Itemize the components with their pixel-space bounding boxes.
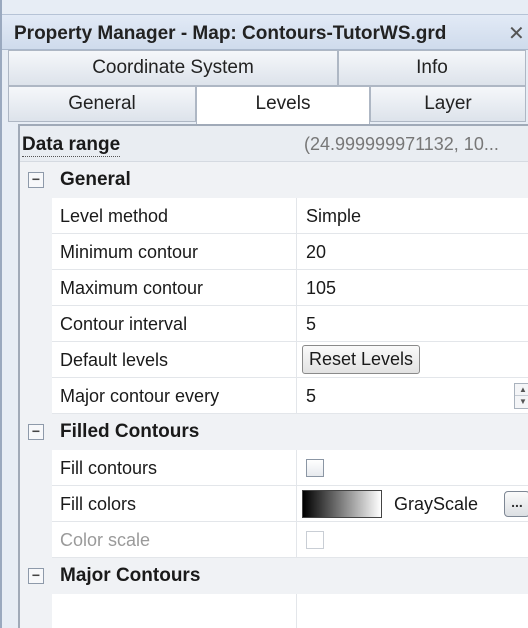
- tab-info[interactable]: Info: [338, 50, 526, 86]
- column-divider: [296, 306, 297, 342]
- tab-levels[interactable]: Levels: [196, 86, 370, 124]
- column-divider: [296, 234, 297, 270]
- maximum-contour-value[interactable]: 105: [306, 278, 336, 299]
- tab-row-lower: General Levels Layer: [8, 86, 528, 124]
- property-row-contour-interval[interactable]: Contour interval 5: [20, 306, 528, 342]
- major-contour-every-value[interactable]: 5: [306, 386, 316, 407]
- tab-row-upper: Coordinate System Info: [8, 50, 528, 86]
- category-major-contours[interactable]: − Major Contours: [20, 558, 528, 594]
- contour-interval-value[interactable]: 5: [306, 314, 316, 335]
- data-range-value: (24.999999971132, 10...: [304, 134, 499, 154]
- property-row-minimum-contour[interactable]: Minimum contour 20: [20, 234, 528, 270]
- row-gutter: [20, 234, 52, 270]
- property-row-default-levels[interactable]: Default levels Reset Levels: [20, 342, 528, 378]
- row-gutter: [20, 342, 52, 378]
- row-gutter: [20, 450, 52, 486]
- column-divider: [296, 522, 297, 558]
- fill-contours-label: Fill contours: [60, 458, 158, 478]
- level-method-label: Level method: [60, 206, 169, 226]
- property-row-fill-contours[interactable]: Fill contours: [20, 450, 528, 486]
- tab-general[interactable]: General: [8, 86, 196, 122]
- minimum-contour-label: Minimum contour: [60, 242, 199, 262]
- column-divider: [296, 342, 297, 378]
- spin-down-icon[interactable]: ▼: [515, 396, 528, 408]
- property-row-level-method[interactable]: Level method Simple: [20, 198, 528, 234]
- column-divider: [296, 270, 297, 306]
- category-major-contours-label: Major Contours: [60, 565, 201, 586]
- fill-colors-browse-button[interactable]: ...: [504, 491, 528, 517]
- category-filled-contours-label: Filled Contours: [60, 421, 200, 442]
- window-title: Property Manager - Map: Contours-TutorWS…: [14, 23, 447, 44]
- data-range-row: Data range (24.999999971132, 10...: [20, 126, 528, 162]
- fill-colors-value: GrayScale: [394, 494, 479, 514]
- column-divider: [296, 486, 297, 522]
- tab-coordinate-system[interactable]: Coordinate System: [8, 50, 338, 86]
- level-method-value[interactable]: Simple: [306, 206, 361, 227]
- fill-colors-label: Fill colors: [60, 494, 137, 514]
- property-row-color-scale: Color scale: [20, 522, 528, 558]
- major-contour-every-label: Major contour every: [60, 386, 220, 406]
- collapse-icon[interactable]: −: [28, 568, 44, 584]
- category-general-label: General: [60, 169, 131, 190]
- collapse-icon[interactable]: −: [28, 172, 44, 188]
- contour-interval-label: Contour interval: [60, 314, 188, 334]
- row-gutter: [20, 306, 52, 342]
- data-range-label: Data range: [22, 134, 121, 157]
- row-gutter: [20, 270, 52, 306]
- category-filled-contours[interactable]: − Filled Contours: [20, 414, 528, 450]
- row-gutter: [20, 594, 52, 628]
- collapse-icon[interactable]: −: [28, 424, 44, 440]
- column-divider: [296, 198, 297, 234]
- tab-layer[interactable]: Layer: [370, 86, 526, 122]
- major-contour-spinner[interactable]: ▲ ▼: [514, 383, 528, 409]
- reset-levels-button[interactable]: Reset Levels: [302, 345, 421, 374]
- fill-contours-checkbox[interactable]: [306, 459, 324, 477]
- property-manager-window: Property Manager - Map: Contours-TutorWS…: [0, 0, 528, 628]
- column-divider: [296, 450, 297, 486]
- title-bar[interactable]: Property Manager - Map: Contours-TutorWS…: [2, 14, 528, 50]
- grayscale-color-swatch[interactable]: [302, 490, 382, 518]
- row-gutter: [20, 486, 52, 522]
- row-gutter: [20, 198, 52, 234]
- default-levels-label: Default levels: [60, 350, 169, 370]
- maximum-contour-label: Maximum contour: [60, 278, 204, 298]
- color-scale-label: Color scale: [60, 530, 151, 550]
- close-icon[interactable]: ✕: [508, 21, 525, 46]
- column-divider: [296, 378, 297, 414]
- row-gutter: [20, 522, 52, 558]
- row-gutter: [20, 378, 52, 414]
- property-row-partial: [20, 594, 528, 628]
- column-divider: [296, 594, 297, 628]
- property-row-major-contour-every[interactable]: Major contour every 5 ▲ ▼: [20, 378, 528, 414]
- category-general[interactable]: − General: [20, 162, 528, 198]
- color-scale-checkbox: [306, 531, 324, 549]
- property-row-fill-colors[interactable]: Fill colors GrayScale ...: [20, 486, 528, 522]
- property-row-maximum-contour[interactable]: Maximum contour 105: [20, 270, 528, 306]
- property-grid: Data range (24.999999971132, 10... − Gen…: [18, 124, 528, 628]
- spin-up-icon[interactable]: ▲: [515, 384, 528, 396]
- minimum-contour-value[interactable]: 20: [306, 242, 326, 263]
